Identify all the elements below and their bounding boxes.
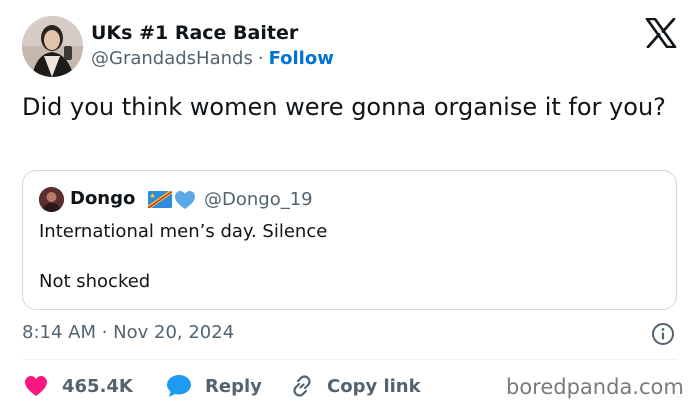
tweet-text: Did you think women were gonna organise … bbox=[22, 93, 666, 121]
separator-dot: · bbox=[257, 48, 264, 69]
speech-bubble-icon bbox=[167, 375, 191, 397]
info-icon[interactable] bbox=[651, 322, 675, 346]
like-count: 465.4K bbox=[62, 375, 133, 397]
link-icon bbox=[293, 375, 311, 397]
follow-button[interactable]: Follow bbox=[269, 48, 334, 69]
divider bbox=[22, 359, 677, 360]
blue-heart-icon bbox=[174, 190, 196, 210]
quoted-avatar-image bbox=[39, 187, 64, 212]
author-avatar-image bbox=[22, 16, 83, 77]
like-button[interactable]: 465.4K bbox=[24, 372, 133, 400]
watermark: boredpanda.com bbox=[506, 375, 684, 399]
heart-icon bbox=[25, 376, 47, 396]
reply-button[interactable]: Reply bbox=[166, 372, 262, 400]
copy-link-button[interactable]: Copy link bbox=[289, 372, 421, 400]
quoted-avatar[interactable] bbox=[39, 187, 64, 212]
quoted-name[interactable]: Dongo bbox=[70, 188, 135, 209]
copy-link-label: Copy link bbox=[327, 375, 421, 397]
tweet-timestamp[interactable]: 8:14 AM · Nov 20, 2024 bbox=[22, 322, 234, 343]
author-avatar[interactable] bbox=[22, 16, 83, 77]
quoted-tweet[interactable]: Dongo @Dongo_19 International men’s day.… bbox=[22, 170, 677, 310]
x-logo-icon[interactable] bbox=[645, 17, 677, 49]
author-name[interactable]: UKs #1 Race Baiter bbox=[91, 22, 298, 44]
quoted-handle[interactable]: @Dongo_19 bbox=[204, 189, 313, 210]
quoted-text-line-2: Not shocked bbox=[39, 271, 151, 292]
dr-congo-flag-icon bbox=[148, 191, 172, 208]
quoted-text-line-1: International men’s day. Silence bbox=[39, 221, 328, 242]
author-meta: @GrandadsHands · Follow bbox=[91, 48, 334, 69]
author-handle[interactable]: @GrandadsHands bbox=[91, 48, 253, 69]
reply-label: Reply bbox=[205, 375, 262, 397]
tweet-card: UKs #1 Race Baiter @GrandadsHands · Follow… bbox=[0, 0, 700, 413]
